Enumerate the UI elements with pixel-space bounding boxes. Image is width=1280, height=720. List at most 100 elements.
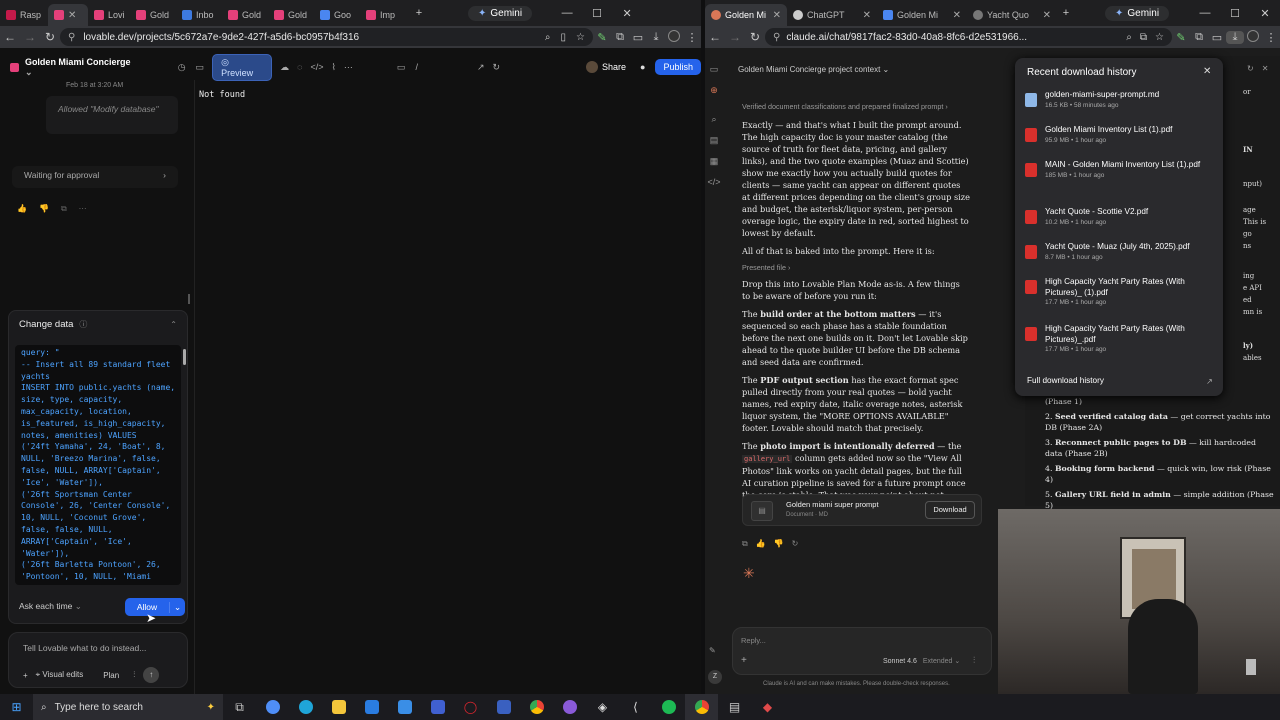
windows-start-icon[interactable]: ⊞ <box>0 694 33 720</box>
preview-path-field[interactable]: / <box>415 62 475 72</box>
tab-lovable[interactable]: Lovi <box>88 4 130 26</box>
app-icon[interactable] <box>553 694 586 720</box>
new-chat-icon[interactable]: ⊕ <box>710 85 718 96</box>
profile-avatar[interactable] <box>665 29 683 45</box>
pen-icon[interactable]: ✎ <box>593 31 611 44</box>
app-icon[interactable]: ▤ <box>718 694 751 720</box>
search-icon[interactable]: ⌕ <box>711 114 716 125</box>
close-icon[interactable]: ✕ <box>773 10 781 21</box>
install-icon[interactable]: ⧉ <box>1140 32 1147 43</box>
extensions-icon[interactable]: ⧉ <box>611 31 629 44</box>
window-close-icon[interactable]: ✕ <box>1250 7 1280 20</box>
copy-icon[interactable]: ⧉ <box>742 539 748 549</box>
app-icon[interactable]: ◆ <box>751 694 784 720</box>
spotify-icon[interactable] <box>652 694 685 720</box>
thumbs-down-icon[interactable]: 👎 <box>774 539 784 549</box>
thumbs-down-icon[interactable]: 👎 <box>39 204 49 214</box>
maximize-icon[interactable]: ☐ <box>582 7 612 20</box>
pen-icon[interactable]: ✎ <box>1172 31 1190 44</box>
open-external-icon[interactable]: ↗ <box>477 62 485 73</box>
close-icon[interactable]: ✕ <box>1203 66 1211 77</box>
tab-chatgpt[interactable]: ChatGPT ✕ <box>787 4 877 26</box>
edge-icon[interactable] <box>289 694 322 720</box>
close-icon[interactable]: ✕ <box>1262 64 1269 73</box>
forward-icon[interactable]: → <box>725 30 745 44</box>
collapse-sidebar-icon[interactable]: ▭ <box>196 62 205 73</box>
retry-icon[interactable]: ↻ <box>792 539 799 549</box>
maximize-icon[interactable]: ☐ <box>1220 7 1250 20</box>
voice-icon[interactable]: ⫶ <box>973 655 975 666</box>
sidebar-toggle-icon[interactable]: ▭ <box>710 64 719 75</box>
back-icon[interactable]: ← <box>0 30 20 44</box>
chat-input[interactable]: Tell Lovable what to do instead... <box>23 643 146 653</box>
zoom-icon[interactable]: ⌕ <box>545 32 551 43</box>
download-item[interactable]: High Capacity Yacht Party Rates (With Pi… <box>1015 277 1223 323</box>
tab-gold-2[interactable]: Gold <box>222 4 268 26</box>
tab-lovable-active[interactable]: ✕ <box>48 4 88 26</box>
analytics-icon[interactable]: ⌇ <box>332 62 336 73</box>
download-icon[interactable]: ⤓ <box>1226 30 1244 44</box>
history-icon[interactable]: ◷ <box>178 62 186 73</box>
more-icon[interactable]: ⋯ <box>79 204 87 214</box>
close-icon[interactable]: ✕ <box>953 10 961 21</box>
tab-yacht-quote[interactable]: Yacht Quo ✕ <box>967 4 1057 26</box>
reload-icon[interactable]: ↻ <box>745 30 765 44</box>
full-history-link[interactable]: Full download history ↗ <box>1027 376 1213 386</box>
bookmark-star-icon[interactable]: ☆ <box>576 32 585 43</box>
thinking-summary[interactable]: Verified document classifications and pr… <box>742 102 970 111</box>
new-tab-icon[interactable]: + <box>1057 7 1075 19</box>
profile-avatar[interactable] <box>1244 29 1262 45</box>
code-scrollbar[interactable] <box>183 349 186 365</box>
site-info-icon[interactable]: ⚲ <box>68 32 75 43</box>
new-tab-icon[interactable]: + <box>410 7 428 19</box>
settings-icon[interactable]: ✎ <box>709 646 716 655</box>
reply-input[interactable]: Reply... <box>741 636 766 645</box>
project-context-header[interactable]: Golden Miami Concierge project context ⌄ <box>738 65 889 74</box>
model-selector[interactable]: Sonnet 4.6 Extended ⌄ <box>883 657 960 665</box>
minimize-icon[interactable]: — <box>1190 7 1220 19</box>
page-icon[interactable]: ▯ <box>561 32 567 43</box>
share-button[interactable]: Share <box>602 62 626 72</box>
zoom-icon[interactable]: ⌕ <box>1126 32 1132 43</box>
ask-each-time-dropdown[interactable]: Ask each time ⌄ <box>19 601 82 612</box>
tab-inbox[interactable]: Inbo <box>176 4 222 26</box>
menu-kebab-icon[interactable]: ⋮ <box>1262 31 1280 44</box>
app-icon[interactable]: ⟨ <box>619 694 652 720</box>
presented-file-label[interactable]: Presented file › <box>742 263 970 272</box>
opera-icon[interactable]: ◯ <box>454 694 487 720</box>
more-icon[interactable]: ⋯ <box>344 62 353 73</box>
gemini-button[interactable]: ✦ Gemini <box>1105 5 1170 21</box>
file-explorer-icon[interactable] <box>322 694 355 720</box>
download-item[interactable]: High Capacity Yacht Party Rates (With Pi… <box>1015 324 1223 364</box>
attach-plus-icon[interactable]: + <box>741 655 747 666</box>
close-icon[interactable]: ✕ <box>863 10 871 21</box>
collapse-icon[interactable]: ⌃ <box>170 320 177 329</box>
thumbs-up-icon[interactable]: 👍 <box>756 539 766 549</box>
thumbs-up-icon[interactable]: 👍 <box>17 204 27 214</box>
account-avatar[interactable]: Z <box>708 670 722 684</box>
forward-icon[interactable]: → <box>20 30 40 44</box>
github-icon[interactable]: ● <box>640 62 645 72</box>
info-icon[interactable]: ⓘ <box>79 319 87 330</box>
waiting-approval-row[interactable]: Waiting for approval › <box>12 166 178 188</box>
copilot-icon[interactable] <box>256 694 289 720</box>
tab-gold-1[interactable]: Gold <box>130 4 176 26</box>
window-close-icon[interactable]: ✕ <box>612 7 642 20</box>
app-icon[interactable] <box>487 694 520 720</box>
preview-tab[interactable]: ◎ Preview <box>212 53 273 81</box>
visual-edits-button[interactable]: ⌖ Visual edits <box>36 670 84 680</box>
send-icon[interactable]: ↑ <box>143 667 160 683</box>
refresh-preview-icon[interactable]: ↻ <box>493 62 501 73</box>
store-icon[interactable] <box>388 694 421 720</box>
allow-options-chevron-icon[interactable]: ⌄ <box>169 601 185 613</box>
code-icon[interactable]: </> <box>707 177 720 187</box>
extensions-icon[interactable]: ⧉ <box>1190 31 1208 44</box>
minimize-icon[interactable]: — <box>552 7 582 19</box>
tab-google-doc[interactable]: Goo <box>314 4 360 26</box>
plus-icon[interactable]: + <box>23 671 28 680</box>
gemini-button[interactable]: ✦ Gemini <box>468 5 533 21</box>
file-attachment-card[interactable]: ▤ Golden miami super prompt Document · M… <box>742 494 982 526</box>
close-icon[interactable]: ✕ <box>1043 10 1051 21</box>
download-item[interactable]: Yacht Quote - Muaz (July 4th, 2025).pdf 8… <box>1015 242 1223 276</box>
scroll-grip[interactable] <box>188 294 190 304</box>
